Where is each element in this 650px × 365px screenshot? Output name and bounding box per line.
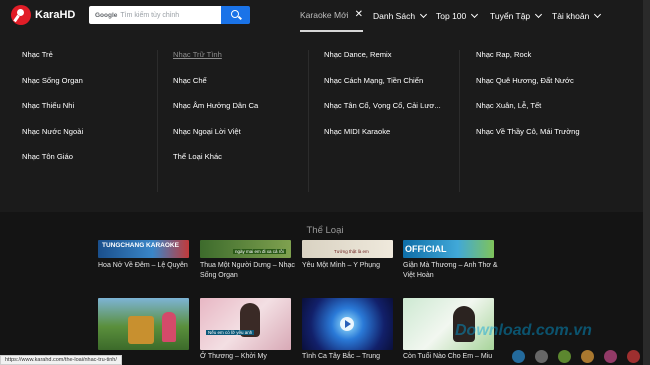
chevron-down-icon xyxy=(471,10,479,19)
nav-tuyen-tap[interactable]: Tuyển Tập xyxy=(490,0,543,32)
menu-link[interactable]: Nhạc Xuân, Lễ, Tết xyxy=(476,101,580,127)
menu-link[interactable]: Nhạc Cách Mạng, Tiền Chiến xyxy=(324,76,441,102)
play-icon[interactable] xyxy=(340,317,354,331)
video-title-link[interactable]: Tình Ca Tây Bắc – Trung xyxy=(302,352,402,362)
menu-link[interactable]: Nhạc Trẻ xyxy=(22,50,83,76)
video-title-link[interactable]: Yêu Một Mình – Y Phụng xyxy=(302,261,402,271)
menu-link[interactable]: Nhạc Tôn Giáo xyxy=(22,152,83,178)
chevron-down-icon xyxy=(594,10,602,19)
browser-status-url: https://www.karahd.com/the-loai/nhac-tru… xyxy=(0,355,122,365)
column-divider xyxy=(157,50,158,192)
menu-link[interactable]: Nhạc MIDI Karaoke xyxy=(324,127,441,153)
column-divider xyxy=(308,50,309,192)
watermark-dots xyxy=(512,350,650,363)
dot-purple xyxy=(604,350,617,363)
main-nav: Karaoke Mới ✕ Danh Sách Top 100 Tuyển Tậ… xyxy=(0,0,650,32)
genre-dropdown-menu: Nhạc Trẻ Nhạc Sống Organ Nhạc Thiếu Nhi … xyxy=(0,32,650,212)
video-thumbnail[interactable]: Nếu em có lỡ yêu anh xyxy=(200,298,291,350)
menu-column-3: Nhạc Dance, Remix Nhạc Cách Mạng, Tiền C… xyxy=(324,50,441,152)
dot-red xyxy=(627,350,640,363)
menu-link[interactable]: Thể Loại Khác xyxy=(173,152,258,178)
menu-column-2: Nhạc Trữ Tình Nhạc Chế Nhạc Âm Hưởng Dân… xyxy=(173,50,258,178)
dot-gray xyxy=(535,350,548,363)
video-thumbnail[interactable]: OFFICIAL xyxy=(403,240,494,258)
video-title-link[interactable]: Ở Thương – Khởi My xyxy=(200,352,300,362)
nav-karaoke-moi[interactable]: Karaoke Mới ✕ xyxy=(300,0,363,32)
menu-column-1: Nhạc Trẻ Nhạc Sống Organ Nhạc Thiếu Nhi … xyxy=(22,50,83,178)
nav-top-100[interactable]: Top 100 xyxy=(436,0,479,32)
nav-tai-khoan[interactable]: Tài khoản xyxy=(552,0,602,32)
dot-orange xyxy=(581,350,594,363)
video-title-link[interactable]: Còn Tuổi Nào Cho Em – Miu xyxy=(403,352,503,362)
boat-figure xyxy=(128,316,154,344)
thumb-text: Tưởng thật là em xyxy=(334,249,369,254)
menu-link[interactable]: Nhạc Về Thầy Cô, Mái Trường xyxy=(476,127,580,153)
menu-link[interactable]: Nhạc Thiếu Nhi xyxy=(22,101,83,127)
menu-link[interactable]: Nhạc Quê Hương, Đất Nước xyxy=(476,76,580,102)
menu-column-4: Nhạc Rap, Rock Nhạc Quê Hương, Đất Nước … xyxy=(476,50,580,152)
nav-label: Top 100 xyxy=(436,11,467,21)
menu-link[interactable]: Nhạc Rap, Rock xyxy=(476,50,580,76)
video-thumbnail[interactable]: ngày mai em đi xa cả rồi xyxy=(200,240,291,258)
nav-danh-sach[interactable]: Danh Sách xyxy=(373,0,428,32)
video-thumbnail[interactable]: TUNGCHANG KARAOKE xyxy=(98,240,189,258)
menu-link[interactable]: Nhạc Chế xyxy=(173,76,258,102)
dot-green xyxy=(558,350,571,363)
play-triangle xyxy=(345,320,351,328)
thumb-text: ngày mai em đi xa cả rồi xyxy=(233,249,286,254)
singer-figure xyxy=(162,312,176,342)
nav-label: Tài khoản xyxy=(552,11,590,21)
thumb-text: OFFICIAL xyxy=(405,244,447,254)
scrollbar[interactable] xyxy=(643,0,650,365)
video-title-link[interactable]: Thua Một Người Dưng – Nhạc Sống Organ xyxy=(200,261,300,281)
video-thumbnail[interactable] xyxy=(98,298,189,350)
column-divider xyxy=(459,50,460,192)
nav-karaoke-moi-label: Karaoke Mới xyxy=(300,10,349,20)
video-title-link[interactable]: Giận Mà Thương – Anh Thơ & Việt Hoàn xyxy=(403,261,503,281)
menu-link[interactable]: Nhạc Sống Organ xyxy=(22,76,83,102)
menu-link-hovered[interactable]: Nhạc Trữ Tình xyxy=(173,50,258,76)
chevron-down-icon xyxy=(535,10,543,19)
dot-blue xyxy=(512,350,525,363)
video-thumbnail[interactable] xyxy=(302,298,393,350)
menu-link[interactable]: Nhạc Ngoại Lời Việt xyxy=(173,127,258,153)
video-thumbnail[interactable]: Tưởng thật là em xyxy=(302,240,393,258)
video-title-link[interactable]: Hoa Nở Về Đêm – Lệ Quyên xyxy=(98,261,198,271)
top-navbar: KaraHD Google Tìm kiếm tùy chỉnh Karaoke… xyxy=(0,0,650,32)
nav-label: Tuyển Tập xyxy=(490,11,531,21)
download-watermark: Download.com.vn xyxy=(455,322,592,339)
close-icon[interactable]: ✕ xyxy=(355,10,363,20)
menu-link[interactable]: Nhạc Dance, Remix xyxy=(324,50,441,76)
menu-link[interactable]: Nhạc Tân Cổ, Vọng Cổ, Cải Lươ... xyxy=(324,101,441,127)
menu-link[interactable]: Nhạc Nước Ngoài xyxy=(22,127,83,153)
thumb-text: Nếu em có lỡ yêu anh xyxy=(206,330,255,335)
nav-label: Danh Sách xyxy=(373,11,416,21)
menu-link[interactable]: Nhạc Âm Hưởng Dân Ca xyxy=(173,101,258,127)
chevron-down-icon xyxy=(420,10,428,19)
thumb-text: TUNGCHANG KARAOKE xyxy=(102,242,179,249)
page: KaraHD Google Tìm kiếm tùy chỉnh Karaoke… xyxy=(0,0,650,365)
section-title: Thể Loại xyxy=(306,225,344,236)
